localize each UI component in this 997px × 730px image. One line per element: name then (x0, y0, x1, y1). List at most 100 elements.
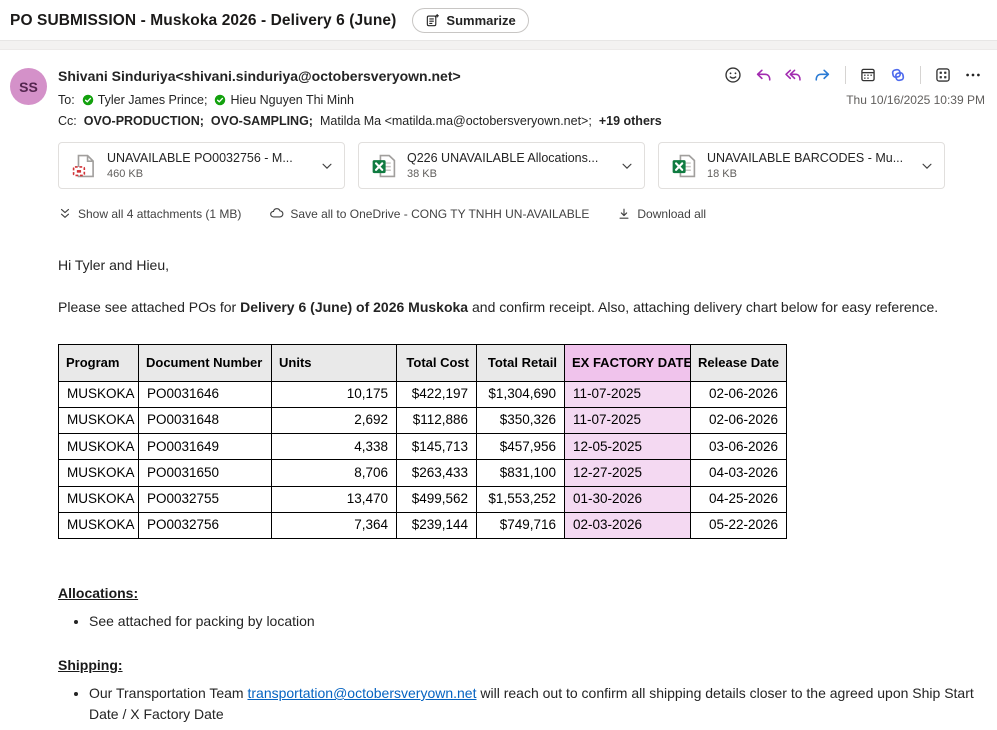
save-all-onedrive-button[interactable]: Save all to OneDrive - CONG TY TNHH UN-A… (269, 206, 589, 221)
allocations-bullet: See attached for packing by location (89, 611, 981, 632)
shipping-list: Our Transportation Team transportation@o… (58, 683, 981, 725)
to-label: To: (58, 93, 75, 107)
cell-cost: $499,562 (397, 486, 477, 512)
cell-doc: PO0031650 (139, 460, 272, 486)
attachment-card-1[interactable]: UNAVAILABLE PO0032756 - M... 460 KB (58, 142, 345, 189)
cell-retail: $457,956 (477, 434, 565, 460)
attachment-actions-row: Show all 4 attachments (1 MB) Save all t… (58, 206, 985, 221)
cell-release: 04-03-2026 (691, 460, 787, 486)
header-separator-band (0, 40, 997, 50)
cell-doc: PO0031648 (139, 407, 272, 433)
summarize-document-icon (425, 13, 440, 28)
subject-bar: PO SUBMISSION - Muskoka 2026 - Delivery … (0, 0, 997, 40)
forward-icon[interactable] (813, 65, 833, 85)
toolbar-divider (920, 66, 921, 84)
attachment-name: Q226 UNAVAILABLE Allocations... (407, 151, 612, 165)
cloud-icon (269, 206, 284, 221)
table-row: MUSKOKA PO0032755 13,470 $499,562 $1,553… (59, 486, 787, 512)
to-recipient-2[interactable]: Hieu Nguyen Thi Minh (214, 93, 353, 107)
transportation-email-link[interactable]: transportation@octobersveryown.net (247, 685, 476, 701)
cell-retail: $1,304,690 (477, 381, 565, 407)
summarize-button[interactable]: Summarize (412, 8, 528, 33)
cc-group-production[interactable]: OVO-PRODUCTION; (84, 114, 204, 128)
to-recipient-1[interactable]: Tyler James Prince; (82, 93, 208, 107)
table-row: MUSKOKA PO0031650 8,706 $263,433 $831,10… (59, 460, 787, 486)
more-options-icon[interactable] (963, 65, 983, 85)
message-toolbar (723, 65, 985, 85)
cc-others-count[interactable]: +19 others (599, 114, 662, 128)
cell-release: 04-25-2026 (691, 486, 787, 512)
download-all-button[interactable]: Download all (617, 207, 706, 221)
attachment-size: 460 KB (107, 168, 312, 180)
shipping-text-prefix: Our Transportation Team (89, 685, 247, 701)
cell-release: 03-06-2026 (691, 434, 787, 460)
cell-units: 2,692 (272, 407, 397, 433)
presence-available-icon (82, 94, 94, 106)
email-timestamp: Thu 10/16/2025 10:39 PM (846, 93, 985, 107)
chevron-down-icon[interactable] (612, 159, 636, 173)
cell-doc: PO0031646 (139, 381, 272, 407)
cell-cost: $422,197 (397, 381, 477, 407)
cell-ex-factory: 02-03-2026 (565, 512, 691, 538)
attachments-row: UNAVAILABLE PO0032756 - M... 460 KB Q226… (58, 142, 985, 189)
reply-icon[interactable] (753, 65, 773, 85)
apps-icon[interactable] (933, 65, 953, 85)
attachment-name: UNAVAILABLE BARCODES - Mu... (707, 151, 912, 165)
sender-name-email[interactable]: Shivani Sinduriya<shivani.sinduriya@octo… (58, 65, 461, 84)
presence-available-icon (214, 94, 226, 106)
email-body: Hi Tyler and Hieu, Please see attached P… (58, 255, 981, 725)
to-recipient-2-name: Hieu Nguyen Thi Minh (230, 93, 353, 107)
cell-release: 02-06-2026 (691, 407, 787, 433)
attachment-info: UNAVAILABLE BARCODES - Mu... 18 KB (707, 151, 912, 180)
cell-cost: $239,144 (397, 512, 477, 538)
col-header-ex-factory-date: EX FACTORY DATE (565, 345, 691, 382)
meeting-icon[interactable] (858, 65, 878, 85)
cell-units: 4,338 (272, 434, 397, 460)
reply-all-icon[interactable] (783, 65, 803, 85)
attachment-card-3[interactable]: UNAVAILABLE BARCODES - Mu... 18 KB (658, 142, 945, 189)
emoji-reaction-icon[interactable] (723, 65, 743, 85)
download-all-label: Download all (637, 207, 706, 221)
col-header-release-date: Release Date (691, 345, 787, 382)
greeting-text: Hi Tyler and Hieu, (58, 255, 981, 276)
cell-doc: PO0032756 (139, 512, 272, 538)
cell-release: 02-06-2026 (691, 381, 787, 407)
table-row: MUSKOKA PO0032756 7,364 $239,144 $749,71… (59, 512, 787, 538)
intro-bold-text: Delivery 6 (June) of 2026 Muskoka (240, 299, 468, 315)
attachment-card-2[interactable]: Q226 UNAVAILABLE Allocations... 38 KB (358, 142, 645, 189)
show-all-label: Show all 4 attachments (1 MB) (78, 207, 241, 221)
attachment-name: UNAVAILABLE PO0032756 - M... (107, 151, 312, 165)
table-header-row: Program Document Number Units Total Cost… (59, 345, 787, 382)
cell-cost: $145,713 (397, 434, 477, 460)
cc-row: Cc: OVO-PRODUCTION; OVO-SAMPLING; Matild… (58, 114, 985, 128)
message-header-content: Shivani Sinduriya<shivani.sinduriya@octo… (58, 65, 985, 128)
delivery-table: Program Document Number Units Total Cost… (58, 344, 787, 539)
chevron-down-icon[interactable] (312, 159, 336, 173)
table-row: MUSKOKA PO0031649 4,338 $145,713 $457,95… (59, 434, 787, 460)
table-row: MUSKOKA PO0031646 10,175 $422,197 $1,304… (59, 381, 787, 407)
cell-cost: $112,886 (397, 407, 477, 433)
email-subject: PO SUBMISSION - Muskoka 2026 - Delivery … (10, 12, 396, 30)
cc-recipient[interactable]: Matilda Ma <matilda.ma@octobersveryown.n… (320, 114, 592, 128)
excel-file-icon (671, 153, 697, 179)
attachment-size: 18 KB (707, 168, 912, 180)
cell-units: 10,175 (272, 381, 397, 407)
excel-file-icon (371, 153, 397, 179)
cell-retail: $1,553,252 (477, 486, 565, 512)
sender-avatar[interactable]: SS (10, 68, 47, 105)
save-all-label: Save all to OneDrive - CONG TY TNHH UN-A… (290, 207, 589, 221)
cc-group-sampling[interactable]: OVO-SAMPLING; (211, 114, 313, 128)
cell-release: 05-22-2026 (691, 512, 787, 538)
col-header-total-retail: Total Retail (477, 345, 565, 382)
shipping-section: Shipping: Our Transportation Team transp… (58, 655, 981, 725)
download-icon (617, 207, 631, 221)
message-header: SS Shivani Sinduriya<shivani.sinduriya@o… (0, 50, 997, 128)
cell-retail: $749,716 (477, 512, 565, 538)
loop-icon[interactable] (888, 65, 908, 85)
sender-row: Shivani Sinduriya<shivani.sinduriya@octo… (58, 65, 985, 85)
show-all-attachments-button[interactable]: Show all 4 attachments (1 MB) (58, 207, 241, 221)
cell-ex-factory: 12-27-2025 (565, 460, 691, 486)
cell-ex-factory: 01-30-2026 (565, 486, 691, 512)
chevron-down-icon[interactable] (912, 159, 936, 173)
cell-program: MUSKOKA (59, 512, 139, 538)
